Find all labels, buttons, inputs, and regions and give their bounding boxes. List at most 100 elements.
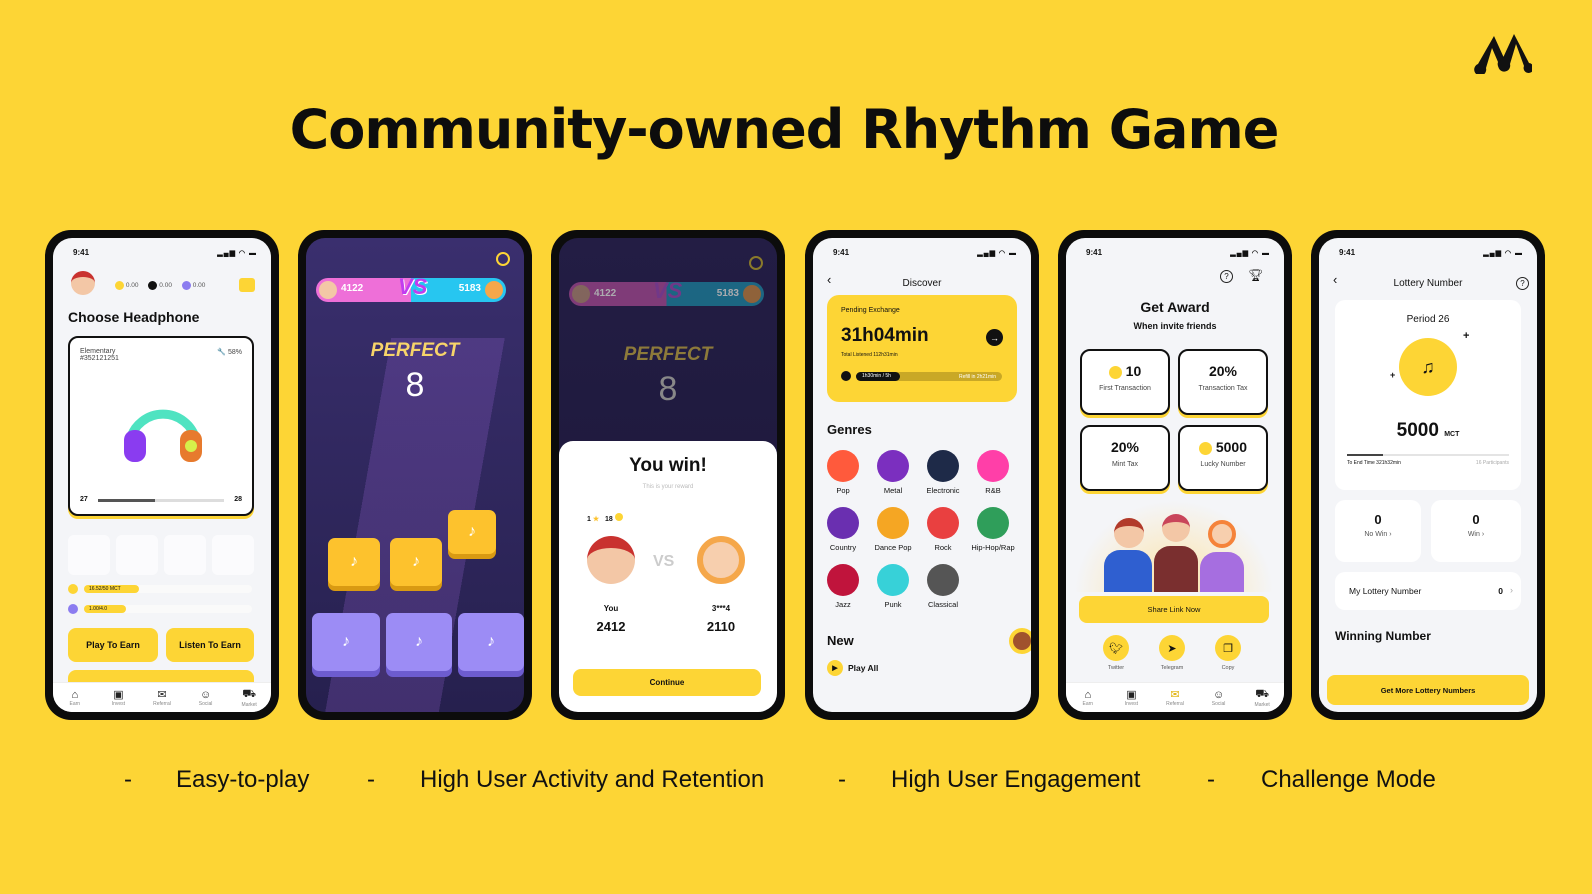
signal-wifi-battery-icon: ▂▄▆ ◠ ▬: [1483, 250, 1523, 257]
pause-icon[interactable]: [749, 256, 763, 270]
win-stat[interactable]: 0 Win ›: [1431, 500, 1521, 562]
genre-item[interactable]: Dance Pop: [870, 507, 916, 552]
genre-item[interactable]: Metal: [870, 450, 916, 495]
vs-badge: VS: [653, 278, 683, 303]
combo-count: 8: [658, 370, 678, 408]
token-balance: 0.00: [148, 281, 172, 290]
note-tile[interactable]: ♪: [390, 538, 442, 586]
get-more-lottery-button[interactable]: Get More Lottery Numbers: [1327, 675, 1529, 705]
durability: 🔧 58%: [217, 349, 242, 356]
headphone-card[interactable]: Elementary #352121251 🔧 58% 27 28: [68, 336, 254, 516]
wallet-icon[interactable]: [239, 278, 255, 292]
genre-item[interactable]: Country: [820, 507, 866, 552]
bullet-dash: -: [124, 766, 132, 793]
pause-icon[interactable]: [496, 252, 510, 266]
phone-discover: 9:41 ▂▄▆ ◠ ▬ ‹ Discover Pending Exchange…: [805, 230, 1039, 720]
lane-key[interactable]: ♪: [458, 613, 524, 671]
lane-key[interactable]: ♪: [386, 613, 452, 671]
nav-social[interactable]: ☺ Social: [188, 689, 224, 707]
card-tier: Elementary: [80, 348, 116, 355]
arrow-right-icon[interactable]: →: [986, 329, 1003, 346]
no-win-stat[interactable]: 0 No Win ›: [1335, 500, 1421, 562]
nav-social[interactable]: ☺ Social: [1201, 689, 1237, 707]
share-link-button[interactable]: Share Link Now: [1079, 596, 1269, 623]
genre-icon: [927, 507, 959, 539]
share-telegram-button[interactable]: ➤ Telegram: [1152, 635, 1192, 671]
help-icon[interactable]: ?: [1516, 277, 1529, 290]
phone-gameplay: 4122 VS 5183 PERFECT 8 ♪ ♪ ♪ ♪ ♪ ♪: [298, 230, 532, 720]
avatar[interactable]: [71, 271, 95, 295]
coin-icon: [1108, 365, 1122, 379]
pending-label: Pending Exchange: [841, 307, 900, 314]
phone-result: 4122 VS 5183 PERFECT 8 You win! This is …: [551, 230, 785, 720]
feature-bullet: High User Activity and Retention: [420, 766, 765, 793]
status-time: 9:41: [833, 248, 850, 257]
listen-to-earn-button[interactable]: Listen To Earn: [166, 628, 254, 662]
clock-icon: [841, 371, 851, 381]
mail-icon: ✉: [157, 689, 167, 701]
help-icon[interactable]: ?: [1220, 270, 1233, 283]
bullet-dash: -: [1207, 766, 1215, 793]
people-icon: ☺: [199, 688, 212, 701]
play-all-button[interactable]: ▶ Play All: [827, 660, 878, 676]
nav-referral[interactable]: ✉ Referral: [144, 688, 180, 707]
opponent-score: 5183: [458, 283, 481, 294]
continue-button[interactable]: Continue: [573, 669, 761, 696]
home-icon: ⌂: [71, 688, 79, 701]
nav-market[interactable]: ⛟ Market: [231, 688, 267, 708]
reward-box: 5000 Lucky Number: [1178, 425, 1268, 491]
genre-item[interactable]: Pop: [820, 450, 866, 495]
now-playing-avatar[interactable]: [1009, 628, 1031, 654]
note-tile[interactable]: ♪: [328, 538, 380, 586]
genre-item[interactable]: Punk: [870, 564, 916, 609]
share-copy-button[interactable]: ❐ Copy: [1208, 635, 1248, 671]
pending-exchange-card[interactable]: Pending Exchange 31h04min → Total Listen…: [827, 295, 1017, 402]
lottery-coin-icon: ♫: [1399, 338, 1457, 396]
nav-invest[interactable]: ▣ Invest: [100, 688, 136, 707]
genre-item[interactable]: Classical: [920, 564, 966, 609]
feature-bullet: Challenge Mode: [1261, 766, 1436, 793]
sparkle-icon: +: [1463, 330, 1470, 342]
level-from: 27: [80, 496, 88, 503]
winning-number-title: Winning Number: [1335, 629, 1431, 643]
phone-earn: 9:41 ▂▄▆ ◠ ▬ 0.00 0.00 0.00 Choose Headp…: [45, 230, 279, 720]
genre-item[interactable]: R&B: [970, 450, 1016, 495]
feature-bullet: High User Engagement: [891, 766, 1141, 793]
nav-referral[interactable]: ✉ Referral: [1157, 688, 1193, 707]
genre-icon: [877, 507, 909, 539]
status-time: 9:41: [1086, 248, 1103, 257]
genre-icon: [927, 450, 959, 482]
page-header: Discover: [902, 278, 942, 289]
signal-wifi-battery-icon: ▂▄▆ ◠ ▬: [217, 250, 257, 257]
play-to-earn-button[interactable]: Play To Earn: [68, 628, 158, 662]
genre-item[interactable]: Jazz: [820, 564, 866, 609]
trophy-icon[interactable]: 🏆︎: [1248, 268, 1263, 282]
card-id: #352121251: [80, 355, 119, 362]
share-twitter-button[interactable]: 🐦︎ Twitter: [1096, 635, 1136, 671]
nav-invest[interactable]: ▣ Invest: [1113, 688, 1149, 707]
nav-earn[interactable]: ⌂ Earn: [1070, 689, 1106, 707]
genre-item[interactable]: Rock: [920, 507, 966, 552]
nav-earn[interactable]: ⌂ Earn: [57, 689, 93, 707]
judgement-text: PERFECT: [370, 340, 460, 361]
level-progress: [98, 499, 224, 502]
nav-market[interactable]: ⛟ Market: [1244, 688, 1280, 708]
note-tile[interactable]: ♪: [448, 510, 496, 554]
signal-wifi-battery-icon: ▂▄▆ ◠ ▬: [977, 250, 1017, 257]
twitter-icon: 🐦︎: [1103, 635, 1129, 661]
cart-icon: ⛟: [1255, 687, 1270, 700]
status-time: 9:41: [73, 248, 90, 257]
feature-bullet: Easy-to-play: [176, 766, 310, 793]
genre-item[interactable]: Electronic: [920, 450, 966, 495]
my-lottery-number-row[interactable]: My Lottery Number 0 ›: [1335, 572, 1521, 610]
pending-value: 31h04min: [841, 325, 929, 346]
cart-icon: ⛟: [242, 687, 257, 700]
signal-wifi-battery-icon: ▂▄▆ ◠ ▬: [1230, 250, 1270, 257]
result-panel: You win! This is your reward 1 ★ 18 VS Y…: [559, 441, 777, 712]
listen-progress-bar: 1h30min / 5h Refill in 2h21min: [856, 372, 1002, 381]
lane-key[interactable]: ♪: [312, 613, 380, 671]
slide-title: Community-owned Rhythm Game: [289, 98, 1280, 161]
opponent-score: 5183: [716, 288, 739, 299]
genre-item[interactable]: Hip-Hop/Rap: [970, 507, 1016, 552]
reward-box: 10 First Transaction: [1080, 349, 1170, 415]
